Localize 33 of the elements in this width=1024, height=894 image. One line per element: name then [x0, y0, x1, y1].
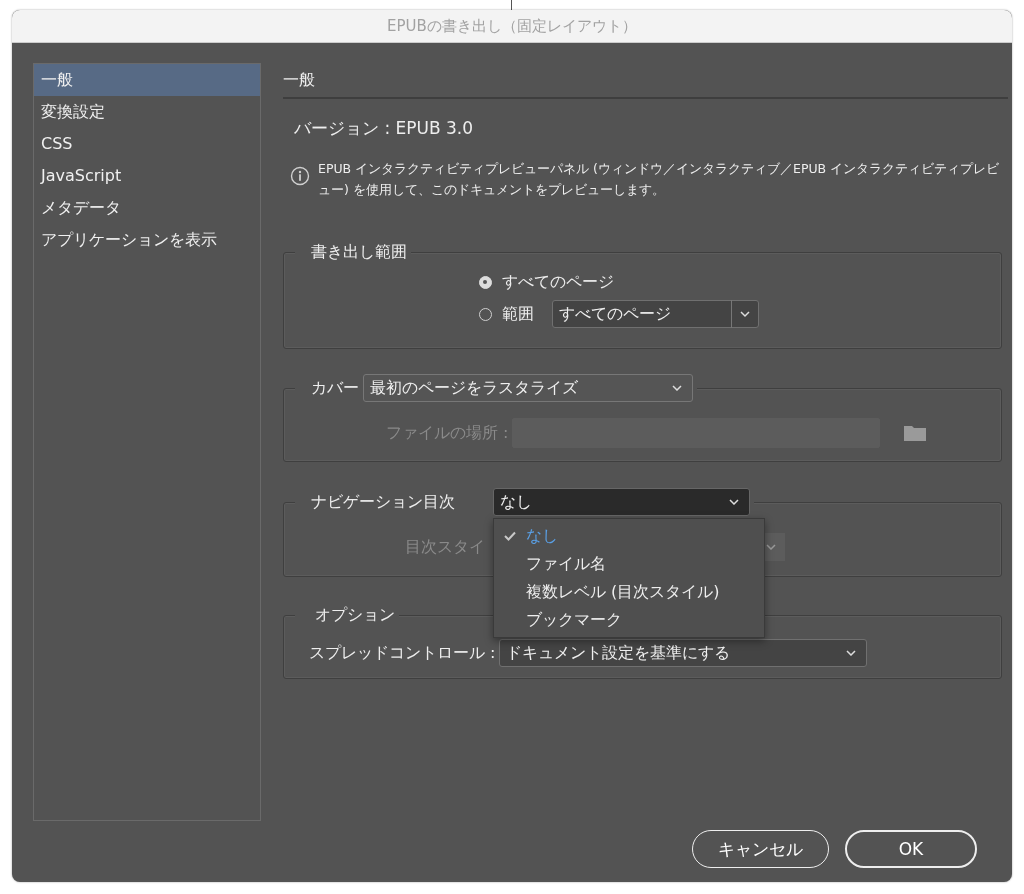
menu-item[interactable]: 複数レベル (目次スタイル)	[494, 578, 764, 606]
dropdown[interactable]: すべてのページ	[552, 300, 759, 328]
dropdown[interactable]: なし	[493, 488, 750, 516]
sidebar-item[interactable]: 変換設定	[34, 96, 260, 128]
sidebar-item[interactable]: 一般	[34, 64, 260, 96]
version-label: バージョン : EPUB 3.0	[294, 117, 475, 140]
chevron-icon	[672, 385, 682, 391]
group-label: オプション	[314, 604, 395, 626]
sidebar-item[interactable]: アプリケーションを表示	[34, 224, 260, 256]
folder-icon	[904, 425, 927, 441]
group-label: ナビゲーション目次	[310, 491, 455, 513]
info-icon	[290, 166, 310, 186]
info-text: EPUB インタラクティビティプレビューパネル (ウィンドウ／インタラクティブ／EPUB インタラクティビティプレビュー) を使用して、このドキュメントをプレビューします。	[318, 160, 1001, 199]
sidebar-item[interactable]: JavaScript	[34, 160, 260, 192]
window-title: EPUBの書き出し（固定レイアウト）	[12, 10, 1012, 43]
chevron-icon	[766, 544, 776, 550]
menu-item[interactable]: ファイル名	[494, 550, 764, 578]
section-heading: 一般	[283, 63, 1008, 99]
sidebar-item[interactable]: CSS	[34, 128, 260, 160]
radio-label: すべてのページ	[502, 271, 614, 293]
dropdown[interactable]: 最初のページをラスタライズ	[363, 374, 693, 402]
group-label: 書き出し範囲	[310, 241, 407, 263]
field-label: スプレッドコントロール :	[309, 642, 496, 664]
checkmark-icon	[504, 531, 516, 541]
sidebar-item[interactable]: メタデータ	[34, 192, 260, 224]
group-label: カバー	[310, 377, 359, 399]
menu-item[interactable]: ブックマーク	[494, 606, 764, 634]
chevron-icon	[846, 650, 857, 656]
radio-button[interactable]	[479, 275, 492, 289]
dropdown[interactable]: ドキュメント設定を基準にする	[499, 639, 868, 667]
chevron-icon	[729, 499, 739, 505]
ok-button[interactable]: OK	[845, 830, 977, 868]
radio-label: 範囲	[502, 303, 534, 325]
